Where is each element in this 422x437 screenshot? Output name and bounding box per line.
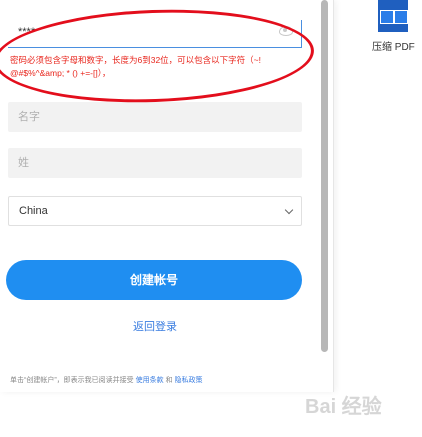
terms-prefix: 单击“创建帐户”，即表示我已阅读并接受 [10,377,134,384]
scrollbar[interactable] [321,0,328,352]
eye-icon[interactable] [279,26,293,36]
last-name-placeholder: 姓 [18,157,29,169]
back-to-login-link[interactable]: 返回登录 [0,318,310,334]
last-name-field[interactable]: 姓 [8,148,302,178]
password-field[interactable]: **** [8,20,302,48]
country-value: China [19,205,48,217]
watermark: Bai 经验 [305,396,382,418]
terms-notice: 单击“创建帐户”，即表示我已阅读并接受 使用条款 和 隐私政策 [10,375,306,385]
compress-pdf-desktop-icon[interactable]: 压缩 PDF [372,0,422,60]
terms-mid: 和 [165,377,173,384]
back-to-login-label: 返回登录 [133,321,177,333]
country-select[interactable]: China [8,196,302,226]
privacy-policy-link[interactable]: 隐私政策 [175,377,203,384]
compress-pdf-icon [378,0,408,32]
terms-of-use-link[interactable]: 使用条款 [136,377,164,384]
signup-panel: **** 密码必须包含字母和数字，长度为6到32位，可以包含以下字符（~! @#… [0,0,334,392]
chevron-down-icon [284,205,294,215]
first-name-field[interactable]: 名字 [8,102,302,132]
create-account-button[interactable]: 创建帐号 [6,260,302,300]
first-name-placeholder: 名字 [18,111,40,123]
password-error-message: 密码必须包含字母和数字，长度为6到32位，可以包含以下字符（~! @#$%^&a… [10,55,262,78]
compress-pdf-label: 压缩 PDF [372,42,415,53]
password-value: **** [18,26,36,38]
